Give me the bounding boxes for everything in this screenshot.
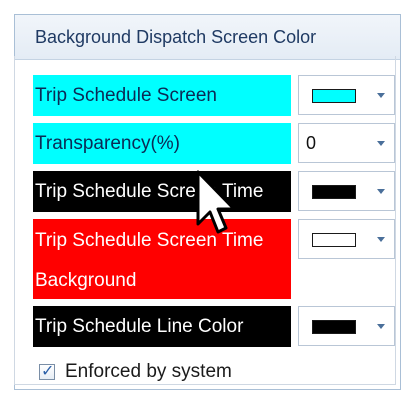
chevron-down-icon[interactable] [377, 93, 385, 98]
color-swatch [312, 185, 356, 199]
trip-schedule-screen-time-background-label: Trip Schedule Screen Time Background [33, 219, 291, 299]
trip-schedule-screen-label-text: Trip Schedule Screen [35, 85, 218, 106]
color-swatch [312, 320, 356, 334]
label-line-2: Background [35, 270, 137, 291]
trip-schedule-screen-time-color-picker[interactable] [298, 171, 395, 211]
checkmark-icon: ✓ [41, 361, 55, 380]
trip-schedule-screen-time-background-color-picker[interactable] [298, 219, 395, 259]
chevron-down-icon[interactable] [377, 237, 385, 242]
transparency-value: 0 [306, 133, 317, 153]
chevron-down-icon[interactable] [377, 189, 385, 194]
transparency-dropdown[interactable]: 0 [298, 123, 395, 163]
enforced-by-system-checkbox[interactable]: ✓ [39, 361, 55, 380]
mouse-pointer-icon [196, 170, 236, 234]
panel-header: Background Dispatch Screen Color [15, 15, 400, 60]
root: Background Dispatch Screen Color Trip Sc… [0, 0, 409, 399]
panel-title: Background Dispatch Screen Color [35, 27, 317, 47]
trip-schedule-screen-time-label: Trip Schedule Screen Time [33, 171, 291, 212]
enforced-by-system-label[interactable]: Enforced by system [65, 361, 232, 383]
chevron-down-icon[interactable] [377, 324, 385, 329]
trip-schedule-line-color-label-text: Trip Schedule Line Color [35, 316, 244, 337]
label-line-1: Trip Schedule Screen Time [35, 230, 264, 251]
trip-schedule-screen-color-picker[interactable] [298, 75, 395, 115]
color-swatch [312, 233, 356, 247]
trip-schedule-line-color-label: Trip Schedule Line Color [33, 306, 291, 347]
trip-schedule-screen-label: Trip Schedule Screen [33, 75, 291, 116]
chevron-down-icon[interactable] [377, 141, 385, 146]
color-swatch [312, 89, 356, 103]
transparency-label: Transparency(%) [33, 123, 291, 164]
trip-schedule-line-color-picker[interactable] [298, 306, 395, 346]
transparency-label-text: Transparency(%) [35, 133, 181, 154]
